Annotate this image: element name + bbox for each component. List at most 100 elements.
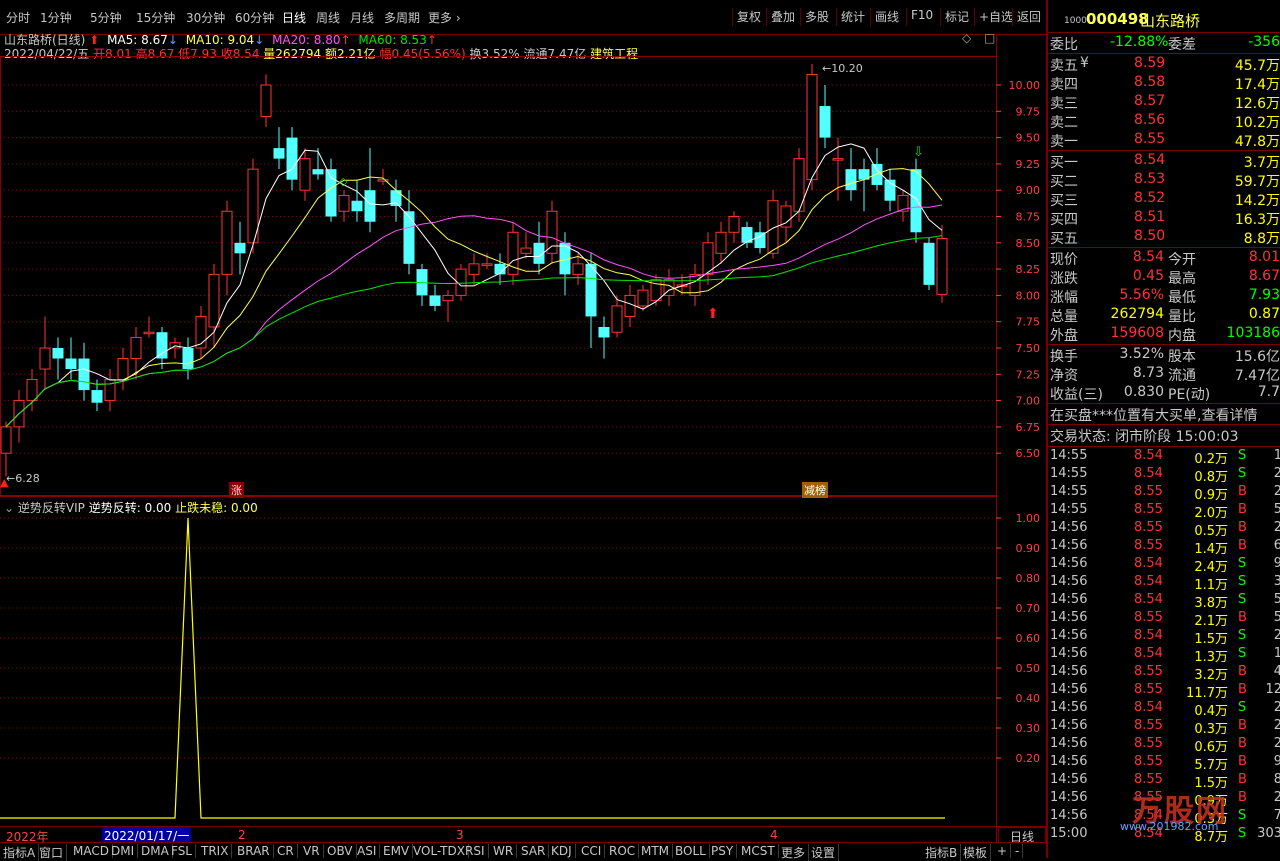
indicator-tab--[interactable]: -	[1012, 844, 1024, 858]
bid-label: 买二	[1050, 174, 1078, 190]
candle-body-up	[728, 216, 740, 233]
indicator-tab-kdj[interactable]: KDJ	[548, 844, 576, 858]
indicator-tab-指标a[interactable]: 指标A	[0, 844, 40, 861]
ask-row: 卖三 8.57 12.6万	[1050, 93, 1280, 112]
candle-body-down	[845, 169, 857, 191]
indicator-tab-sar[interactable]: SAR	[518, 844, 550, 858]
kline-chart[interactable]: 10.00 9.75 9.50 9.25 9.00 8.75 8.50 8.25 8.00 7.7…	[0, 0, 1046, 842]
tick-time: 14:56	[1050, 646, 1088, 661]
weicha-label: 委差	[1168, 37, 1196, 53]
bid-row: 买五 8.50 8.8万	[1050, 228, 1280, 247]
big-order-notice[interactable]: 在买盘***位置有大买单,查看详情	[1050, 405, 1257, 425]
tick-direction: B	[1238, 682, 1247, 697]
tick-time: 14:55	[1050, 484, 1088, 499]
price-axis-label: 8.50	[1016, 237, 1041, 250]
candle-body-down	[403, 211, 415, 264]
stat-value: 3.52%	[1119, 346, 1164, 362]
zhang-badge[interactable]: 涨	[229, 482, 244, 498]
indicator-tab-wr[interactable]: WR	[490, 844, 518, 858]
stat-value: 8.67	[1248, 268, 1280, 284]
bid-volume: 3.7万	[1243, 155, 1280, 171]
indicator-tab-roc[interactable]: ROC	[606, 844, 640, 858]
bid-price: 8.54	[1134, 152, 1166, 168]
tick-row: 14:55 8.54 0.2万 S 1	[1050, 448, 1280, 467]
tick-direction: S	[1238, 556, 1247, 571]
indicator-tab-cci[interactable]: CCI	[578, 844, 606, 858]
low-price-label: ←6.28	[6, 472, 40, 485]
indicator-tab-更多[interactable]: 更多	[778, 844, 810, 861]
tick-time: 15:00	[1050, 826, 1088, 841]
tick-row: 14:56 8.55 1.4万 B 6	[1050, 538, 1280, 557]
tick-price: 8.54	[1134, 574, 1163, 589]
indicator-tab-vol-tdx[interactable]: VOL-TDX	[410, 844, 469, 858]
bid-label: 买三	[1050, 193, 1078, 209]
indicator-tab-mcst[interactable]: MCST	[738, 844, 779, 858]
stat-value: 262794	[1110, 306, 1164, 322]
ask-price: 8.55	[1134, 131, 1166, 147]
bid-volume: 14.2万	[1234, 193, 1280, 209]
indicator-tab-obv[interactable]: OBV	[324, 844, 357, 858]
stat-row: 外盘 159608 内盘 103186	[1050, 325, 1280, 344]
indicator-tab-mtm[interactable]: MTM	[638, 844, 674, 858]
candle-body-down	[286, 137, 298, 180]
trade-status: 交易状态: 闭市阶段 15:00:03	[1050, 429, 1239, 445]
tick-row: 14:56 8.55 3.2万 B 4	[1050, 664, 1280, 683]
indicator-tab-boll[interactable]: BOLL	[672, 844, 710, 858]
tick-count: 9	[1273, 556, 1280, 571]
candle-body-down	[91, 390, 103, 403]
jianbang-badge[interactable]: 减榜	[802, 482, 828, 498]
tick-volume: 3.2万	[1194, 668, 1228, 683]
indicator-tab-fsl[interactable]: FSL	[168, 844, 196, 858]
tick-time: 14:55	[1050, 448, 1088, 463]
indicator-panel: 1.00 0.90 0.80 0.70 0.60 0.50 0.40 0.30 0.20	[0, 496, 1041, 819]
tick-price: 8.55	[1134, 682, 1163, 697]
triangle-up-icon: ▲	[0, 476, 9, 489]
tick-direction: B	[1238, 610, 1247, 625]
stat-label: 外盘	[1050, 328, 1078, 344]
indicator-tab-设置[interactable]: 设置	[808, 844, 840, 861]
indicator-tab-emv[interactable]: EMV	[380, 844, 414, 858]
indicator-tab-dmi[interactable]: DMI	[108, 844, 139, 858]
bid-row: 买四 8.51 16.3万	[1050, 209, 1280, 228]
candle-body-down	[364, 190, 376, 222]
candle-body-up	[481, 263, 493, 266]
indicator-tab-brar[interactable]: BRAR	[234, 844, 274, 858]
bid-price: 8.50	[1134, 228, 1166, 244]
tick-row: 14:56 8.54 1.3万 S 1	[1050, 646, 1280, 665]
indicator-axis-label: 0.30	[1016, 722, 1041, 735]
candle-body-down	[156, 332, 168, 359]
tick-time: 14:56	[1050, 556, 1088, 571]
indicator-tab-rsi[interactable]: RSI	[462, 844, 489, 858]
tick-count: 2	[1273, 628, 1280, 643]
price-axis-label: 10.00	[1009, 79, 1041, 92]
tick-volume: 3.8万	[1194, 596, 1228, 611]
tick-time: 14:56	[1050, 808, 1088, 823]
candle-body-up	[936, 238, 948, 295]
indicator-tabs: 指标A 窗口 MACD DMI DMA FSL TRIX BRAR CR VR OBV ASI EMV V…	[0, 842, 1046, 861]
indicator-tab-窗口[interactable]: 窗口	[36, 844, 68, 861]
indicator-tab-psy[interactable]: PSY	[708, 844, 738, 858]
indicator-tab-asi[interactable]: ASI	[354, 844, 381, 858]
indicator-tab--[interactable]: +	[994, 844, 1012, 858]
indicator-tab-模板[interactable]: 模板	[960, 844, 992, 861]
indicator-tab-macd[interactable]: MACD	[70, 844, 113, 858]
indicator-tab-cr[interactable]: CR	[274, 844, 298, 858]
tick-row: 14:56 8.55 0.5万 B 2	[1050, 520, 1280, 539]
indicator-dropdown-icon[interactable]: ⌄	[4, 501, 14, 515]
indicator-tab-vr[interactable]: VR	[300, 844, 324, 858]
candle-body-up	[208, 273, 220, 328]
candle-body-up	[130, 336, 142, 360]
tick-price: 8.55	[1134, 718, 1163, 733]
ask-price: 8.58	[1134, 74, 1166, 90]
stat-row: 收益(三) 0.830 PE(动) 7.7	[1050, 384, 1280, 403]
stat-label: 股本	[1168, 349, 1196, 365]
diamond-signal-icon: ◇	[339, 175, 348, 188]
indicator-axis-label: 1.00	[1016, 512, 1041, 525]
indicator-tab-指标b[interactable]: 指标B	[922, 844, 962, 861]
stat-row: 涨幅 5.56% 最低 7.93	[1050, 287, 1280, 306]
watermark-url: www.201982.com	[1120, 820, 1219, 833]
tick-count: 2	[1273, 484, 1280, 499]
indicator-tab-trix[interactable]: TRIX	[198, 844, 233, 858]
notice-row[interactable]: 在买盘***位置有大买单,查看详情	[1050, 405, 1280, 424]
indicator-name[interactable]: 逆势反转VIP	[18, 501, 85, 515]
